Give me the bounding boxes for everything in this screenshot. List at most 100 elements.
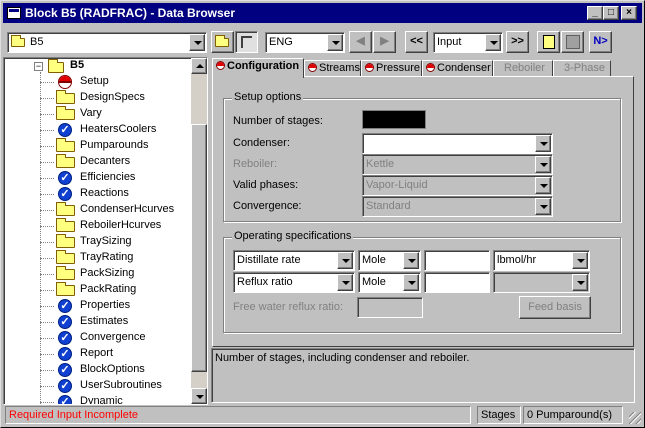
spec1-units-select[interactable]: lbmol/hr (493, 250, 590, 271)
tree-item[interactable]: ✓ Properties (40, 298, 194, 314)
tree-item[interactable]: Setup (40, 74, 194, 90)
tree-item[interactable]: ✓ Dynamic (40, 394, 194, 404)
resize-grip-icon[interactable] (629, 412, 641, 424)
chevron-down-icon[interactable] (535, 177, 551, 194)
navigation-tree[interactable]: − B5 Setup DesignSpecs Vary ✓ HeatersCoolers… (3, 57, 208, 405)
tree-connector (40, 402, 54, 403)
scroll-up-button[interactable] (191, 58, 207, 74)
tree-connector-line (40, 72, 41, 404)
tree-item[interactable]: ✓ Reactions (40, 186, 194, 202)
tree-item[interactable]: ✓ Convergence (40, 330, 194, 346)
tree-item[interactable]: TrayRating (40, 250, 194, 266)
tree-root-node[interactable]: − B5 (30, 58, 190, 74)
tab-pressure[interactable]: Pressure (361, 60, 422, 77)
tree-item[interactable]: DesignSpecs (40, 90, 194, 106)
check-icon: ✓ (58, 123, 72, 137)
up-folder-button[interactable] (211, 31, 234, 53)
tree-item[interactable]: CondenserHcurves (40, 202, 194, 218)
tree-connector (40, 178, 54, 179)
tree-item[interactable]: Vary (40, 106, 194, 122)
tree-item[interactable]: Pumparounds (40, 138, 194, 154)
tree-item[interactable]: ✓ BlockOptions (40, 362, 194, 378)
chevron-down-icon[interactable] (189, 34, 205, 51)
chevron-down-icon[interactable] (327, 34, 343, 51)
tree-item[interactable]: ✓ UserSubroutines (40, 378, 194, 394)
spec2-units-select[interactable] (493, 272, 590, 293)
required-icon (58, 75, 72, 89)
tree-toggle-button[interactable] (235, 31, 258, 53)
condenser-select[interactable] (362, 133, 553, 154)
spec1-value-input[interactable] (424, 250, 490, 271)
feed-basis-button[interactable]: Feed basis (519, 296, 591, 319)
tab-3-phase[interactable]: 3-Phase (553, 60, 611, 77)
chevron-down-icon[interactable] (535, 198, 551, 215)
tab-streams[interactable]: Streams (304, 60, 361, 77)
spec2-basis-select[interactable]: Mole (358, 272, 421, 293)
previous-form-button[interactable]: << (405, 31, 428, 53)
spec1-basis-select[interactable]: Mole (358, 250, 421, 271)
next-input-button[interactable]: N> (589, 31, 612, 53)
tree-item[interactable]: ✓ HeatersCoolers (40, 122, 194, 138)
chevron-down-icon[interactable] (337, 274, 353, 291)
tree-item[interactable]: PackRating (40, 282, 194, 298)
tree-item[interactable]: ReboilerHcurves (40, 218, 194, 234)
check-icon: ✓ (58, 315, 72, 329)
chevron-down-icon[interactable] (535, 156, 551, 173)
form-select[interactable]: Input (433, 32, 503, 53)
stages-input[interactable] (362, 110, 426, 129)
scroll-thumb[interactable] (191, 124, 207, 372)
maximize-button[interactable]: □ (603, 6, 619, 20)
minimize-button[interactable]: _ (587, 6, 603, 20)
tree-item[interactable]: ✓ Efficiencies (40, 170, 194, 186)
spec1-select[interactable]: Distillate rate (233, 250, 355, 271)
tree-connector (40, 386, 54, 387)
toolbar: B5 ENG ◀ ▶ << Input >> N> (3, 25, 642, 57)
tab-pressure-label: Pressure (376, 62, 421, 74)
tree-item-label: TrayRating (80, 251, 134, 263)
chevron-down-icon[interactable] (485, 34, 501, 51)
tree-connector (40, 114, 54, 115)
close-button[interactable]: × (621, 6, 637, 20)
tree-item[interactable]: ✓ Estimates (40, 314, 194, 330)
tree-scrollbar[interactable] (191, 58, 207, 404)
tree-connector (40, 162, 54, 163)
free-water-reflux-input[interactable] (357, 297, 423, 318)
scroll-down-button[interactable] (191, 388, 207, 404)
tree-item-label: Report (80, 347, 114, 359)
tree-connector (40, 306, 54, 307)
tab-configuration[interactable]: Configuration (212, 58, 304, 78)
convergence-select[interactable]: Standard (362, 196, 553, 217)
tree-item-label: ReboilerHcurves (80, 219, 162, 231)
tree-item-label: Estimates (80, 315, 129, 327)
chevron-down-icon[interactable] (572, 252, 588, 269)
stages-label: Number of stages: (233, 115, 323, 127)
tree-item[interactable]: Decanters (40, 154, 194, 170)
tree-item[interactable]: PackSizing (40, 266, 194, 282)
units-select[interactable]: ENG (265, 32, 345, 53)
collapse-icon[interactable]: − (34, 62, 43, 71)
next-form-button[interactable]: >> (506, 31, 529, 53)
block-select[interactable]: B5 (7, 32, 207, 53)
tab-reboiler[interactable]: Reboiler (493, 60, 553, 77)
reboiler-select[interactable]: Kettle (362, 154, 553, 175)
chevron-down-icon[interactable] (403, 274, 419, 291)
tree-item[interactable]: ✓ Report (40, 346, 194, 362)
tree-connector (40, 98, 54, 99)
status-button[interactable] (561, 31, 584, 53)
tree-item[interactable]: TraySizing (40, 234, 194, 250)
notes-button[interactable] (537, 31, 560, 53)
spec2-select[interactable]: Reflux ratio (233, 272, 355, 293)
tree-connector (40, 290, 54, 291)
title-bar[interactable]: Block B5 (RADFRAC) - Data Browser _ □ × (3, 3, 642, 23)
back-button[interactable]: ◀ (349, 31, 372, 53)
chevron-down-icon[interactable] (535, 135, 551, 152)
chevron-down-icon[interactable] (572, 274, 588, 291)
forward-button[interactable]: ▶ (373, 31, 396, 53)
chevron-down-icon[interactable] (403, 252, 419, 269)
note-icon (543, 35, 555, 49)
valid-phases-select[interactable]: Vapor-Liquid (362, 175, 553, 196)
chevron-down-icon[interactable] (337, 252, 353, 269)
tab-condenser[interactable]: Condenser (422, 60, 493, 77)
tree-item-label: CondenserHcurves (80, 203, 175, 215)
spec2-value-input[interactable] (424, 272, 490, 293)
